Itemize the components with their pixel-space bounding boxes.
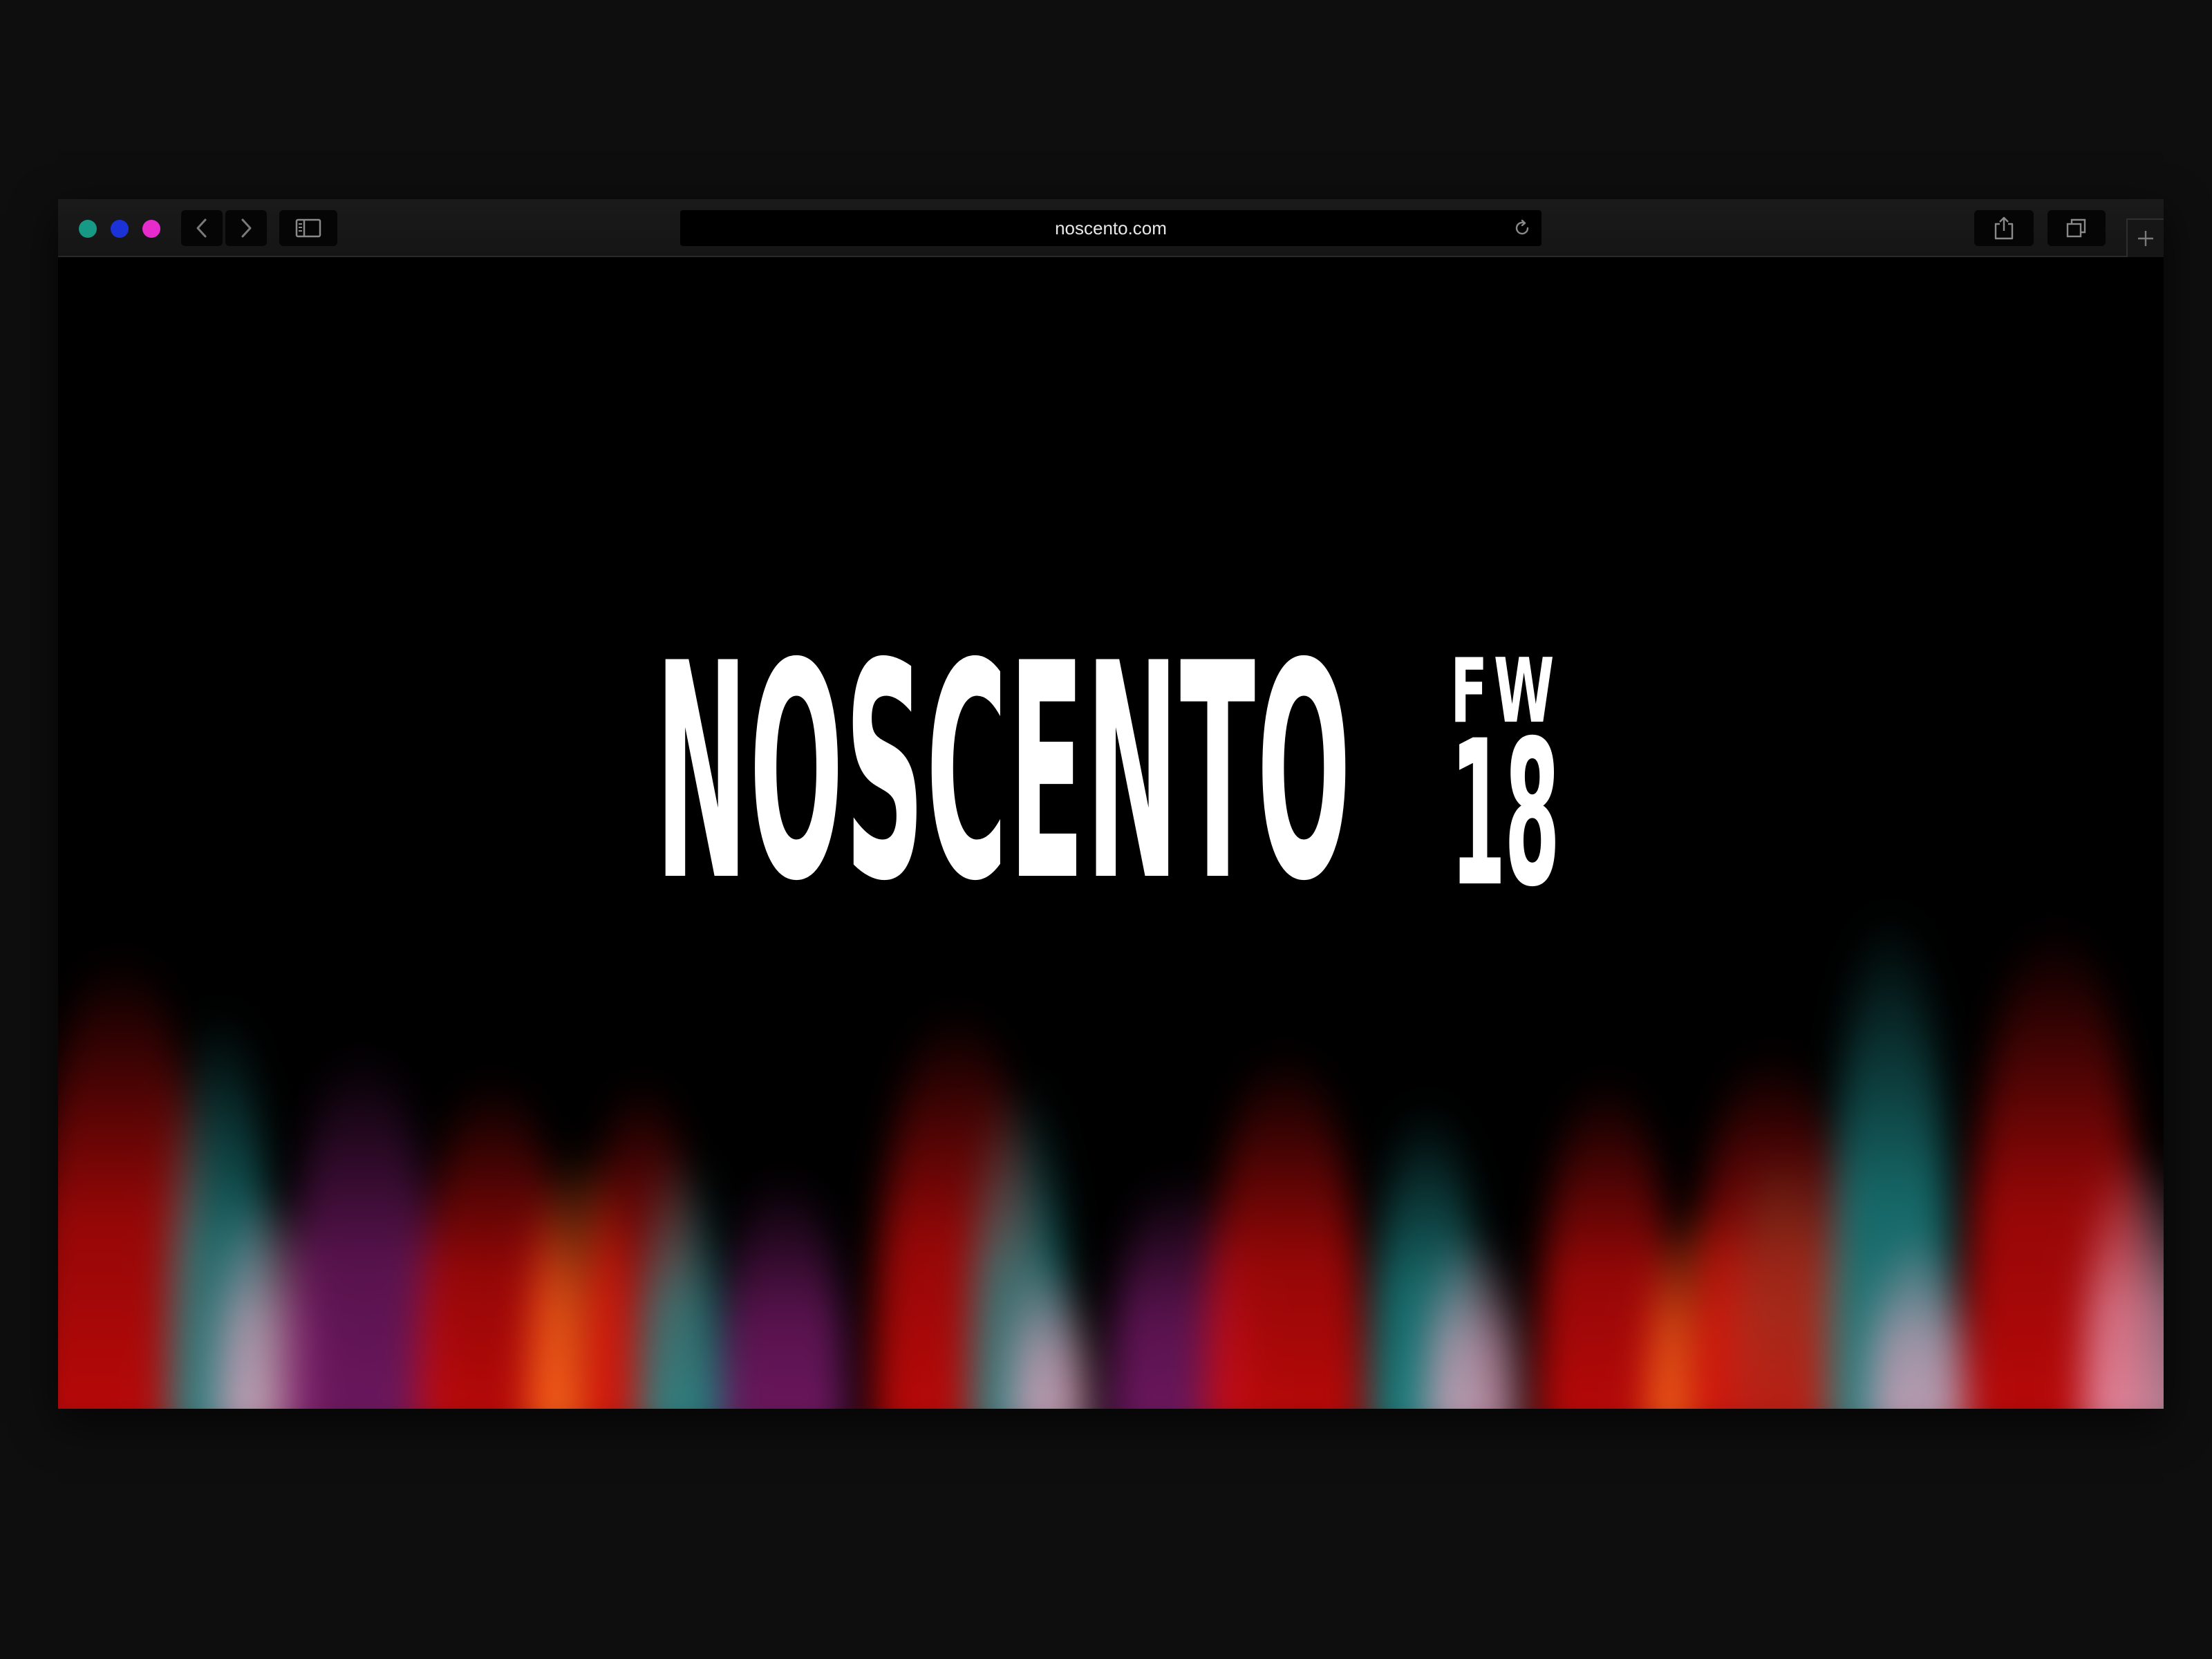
minimize-window-button[interactable] (111, 220, 129, 238)
show-tabs-button[interactable] (2047, 210, 2106, 246)
plus-icon (2138, 231, 2153, 246)
browser-window: noscento.com NOSCENTO FW 18 (58, 199, 2164, 1409)
address-url: noscento.com (1055, 218, 1167, 238)
desktop-background: noscento.com NOSCENTO FW 18 (0, 0, 2212, 1659)
flame-band (722, 1174, 846, 1409)
close-window-button[interactable] (79, 220, 97, 238)
sidebar-toggle-button[interactable] (279, 210, 337, 246)
chevron-right-icon (241, 218, 252, 238)
brand-logo[interactable]: NOSCENTO FW 18 (655, 601, 1568, 946)
browser-toolbar: noscento.com (58, 199, 2164, 257)
brand-wordmark: NOSCENTO (655, 601, 1353, 946)
back-button[interactable] (181, 210, 223, 246)
page-content: NOSCENTO FW 18 (58, 257, 2164, 1409)
forward-button[interactable] (225, 210, 267, 246)
season-year: 18 (1450, 698, 1560, 931)
new-tab-button[interactable] (2126, 218, 2164, 257)
address-bar[interactable]: noscento.com (680, 210, 1541, 246)
share-button[interactable] (1974, 210, 2034, 246)
share-icon (1994, 216, 2014, 240)
flame-band (1206, 1049, 1365, 1409)
chevron-left-icon (196, 218, 207, 238)
reload-icon[interactable] (1512, 218, 1532, 238)
zoom-window-button[interactable] (142, 220, 160, 238)
season-badge: FW 18 (1450, 648, 1561, 931)
sidebar-icon (295, 218, 321, 238)
flame-band (286, 1049, 438, 1409)
tabs-icon (2066, 218, 2086, 238)
